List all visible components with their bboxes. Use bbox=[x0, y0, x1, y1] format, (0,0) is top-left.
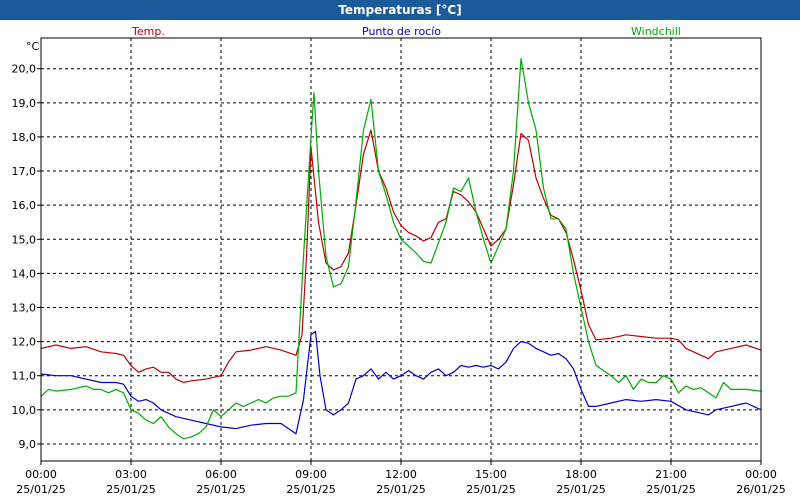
x-tick-time: 15:00 bbox=[475, 468, 507, 481]
x-tick-date: 25/01/25 bbox=[556, 483, 605, 496]
x-tick-date: 25/01/25 bbox=[16, 483, 65, 496]
x-tick-date: 25/01/25 bbox=[286, 483, 335, 496]
x-tick-date: 25/01/25 bbox=[376, 483, 425, 496]
y-tick-label: 19,0 bbox=[12, 97, 37, 110]
y-tick-label: 15,0 bbox=[12, 233, 37, 246]
x-tick-time: 18:00 bbox=[565, 468, 597, 481]
y-tick-label: 16,0 bbox=[12, 199, 37, 212]
x-tick-date: 25/01/25 bbox=[646, 483, 695, 496]
y-tick-label: 18,0 bbox=[12, 131, 37, 144]
y-tick-label: 9,0 bbox=[19, 438, 37, 451]
x-tick-time: 03:00 bbox=[115, 468, 147, 481]
legend-dewpoint: Punto de rocío bbox=[362, 25, 441, 38]
x-tick-date: 25/01/25 bbox=[196, 483, 245, 496]
x-tick-time: 06:00 bbox=[205, 468, 237, 481]
y-tick-label: 12,0 bbox=[12, 336, 37, 349]
y-tick-label: 17,0 bbox=[12, 165, 37, 178]
chart-window: Temperaturas [°C] 9,0 10,0 11,0 12,0 13,0 14,… bbox=[0, 0, 800, 500]
x-tick-time: 00:00 bbox=[25, 468, 57, 481]
y-tick-label: 10,0 bbox=[12, 404, 37, 417]
temperature-chart: 9,0 10,0 11,0 12,0 13,0 14,0 15,0 16,0 17,0 18,0 1… bbox=[12, 25, 786, 496]
x-tick-date: 25/01/25 bbox=[466, 483, 515, 496]
x-tick-time: 00:00 bbox=[745, 468, 777, 481]
x-tick-date: 26/01/25 bbox=[736, 483, 785, 496]
y-axis-unit: °C bbox=[26, 40, 40, 53]
window-title: Temperaturas [°C] bbox=[0, 0, 800, 20]
x-tick-time: 09:00 bbox=[295, 468, 327, 481]
legend-windchill: Windchill bbox=[631, 25, 681, 38]
y-tick-label: 13,0 bbox=[12, 301, 37, 314]
y-tick-label: 11,0 bbox=[12, 370, 37, 383]
x-tick-time: 21:00 bbox=[655, 468, 687, 481]
legend-temp: Temp. bbox=[131, 25, 165, 38]
grid bbox=[41, 38, 761, 461]
x-tick-time: 12:00 bbox=[385, 468, 417, 481]
x-tick-date: 25/01/25 bbox=[106, 483, 155, 496]
y-tick-label: 14,0 bbox=[12, 267, 37, 280]
axes: 9,0 10,0 11,0 12,0 13,0 14,0 15,0 16,0 17,0 18,0 1… bbox=[12, 37, 786, 496]
y-tick-label: 20,0 bbox=[12, 63, 37, 76]
